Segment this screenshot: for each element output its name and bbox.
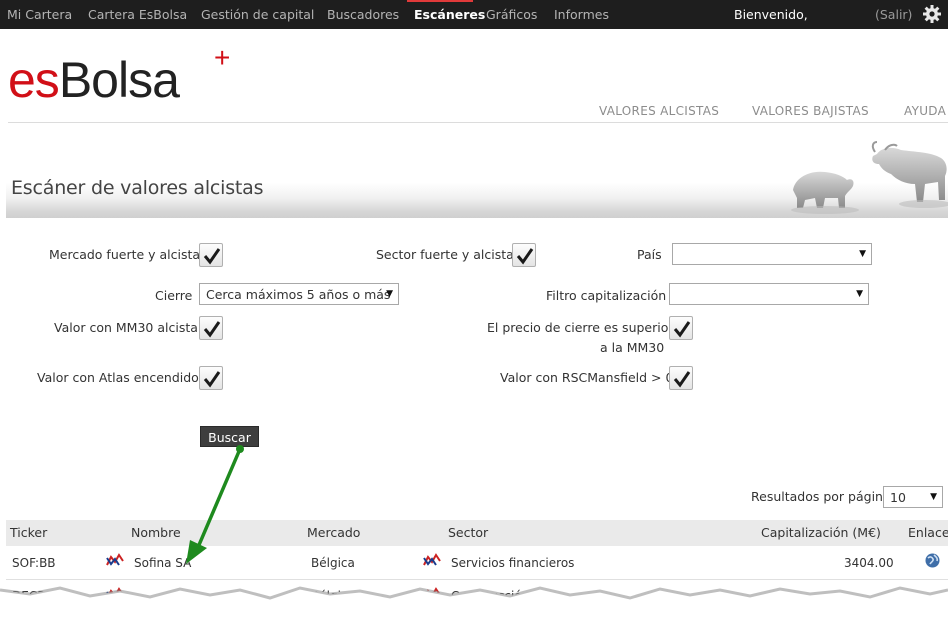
annotation-arrow-icon [186,445,244,564]
dropdown-arrow-icon: ▼ [930,492,937,502]
nav-item-buscadores[interactable]: Buscadores [327,7,399,22]
nav-item-mi-cartera[interactable]: Mi Cartera [7,7,72,22]
dropdown-arrow-icon: ▼ [386,289,393,299]
row-market: Bélgica [311,556,355,570]
logo-plus: + [214,42,230,73]
nav-item-informes[interactable]: Informes [554,7,609,22]
top-navigation-bar: Mi Cartera Cartera EsBolsa Gestión de ca… [0,0,948,29]
results-per-page-select[interactable]: 10 ▼ [883,486,943,508]
welcome-text: Bienvenido, [734,7,808,22]
pais-label: País [637,247,662,262]
rsc-mansfield-label: Valor con RSCMansfield > 0 [500,370,674,385]
logo-es: es [8,52,60,108]
mercado-fuerte-checkbox[interactable] [199,243,223,267]
checkmark-icon [673,321,691,338]
filtro-capitalizacion-label: Filtro capitalización [546,288,667,303]
sector-chart-icon[interactable] [423,552,441,568]
stock-chart-icon[interactable] [106,552,124,568]
precio-cierre-label-line1: El precio de cierre es superior [487,320,674,335]
nav-item-cartera-esbolsa[interactable]: Cartera EsBolsa [88,7,187,22]
checkmark-icon [203,321,221,338]
sector-fuerte-label: Sector fuerte y alcista [376,247,514,262]
results-per-page-label: Resultados por página [751,489,891,504]
row-ticker: SOF:BB [12,556,56,570]
cierre-select-value: Cerca máximos 5 años o más [206,287,391,302]
cierre-label: Cierre [155,288,193,303]
atlas-encendido-checkbox[interactable] [199,366,223,390]
rsc-mansfield-checkbox[interactable] [669,366,693,390]
row-capitalization: 3404.00 [844,556,894,570]
column-header-nombre[interactable]: Nombre [131,525,181,540]
active-tab-indicator [407,0,473,2]
row-sector[interactable]: Servicios financieros [451,556,574,570]
gear-icon[interactable] [922,4,942,24]
column-header-ticker[interactable]: Ticker [10,525,47,540]
pais-select[interactable]: ▼ [672,243,872,265]
header-divider [8,122,948,123]
sec-nav-valores-alcistas[interactable]: VALORES ALCISTAS [599,104,719,118]
esbolsa-logo[interactable]: esBolsa + [8,44,230,109]
checkmark-icon [203,248,221,265]
column-header-mercado[interactable]: Mercado [307,525,360,540]
dropdown-arrow-icon: ▼ [859,249,866,259]
mm30-alcista-label: Valor con MM30 alcista [54,320,198,335]
atlas-encendido-label: Valor con Atlas encendido [37,370,199,385]
column-header-sector[interactable]: Sector [448,525,488,540]
mercado-fuerte-label: Mercado fuerte y alcista [49,247,201,262]
page-title: Escáner de valores alcistas [11,177,264,199]
logout-link[interactable]: (Salir) [875,7,912,22]
filtro-capitalizacion-select[interactable]: ▼ [669,283,869,305]
nav-item-escaneres[interactable]: Escáneres [414,7,485,22]
column-header-capitalizacion[interactable]: Capitalización (M€) [761,525,881,540]
nav-item-graficos[interactable]: Gráficos [486,7,537,22]
cierre-select[interactable]: Cerca máximos 5 años o más ▼ [199,283,399,305]
column-header-enlace: Enlace [908,525,948,540]
globe-link-icon[interactable] [925,553,940,568]
checkmark-icon [516,248,534,265]
sec-nav-valores-bajistas[interactable]: VALORES BAJISTAS [752,104,869,118]
precio-cierre-label-line2: a la MM30 [600,340,665,355]
checkmark-icon [673,371,691,388]
sec-nav-ayuda[interactable]: AYUDA [904,104,946,118]
logo-bolsa: Bolsa [58,52,180,108]
sector-fuerte-checkbox[interactable] [512,243,536,267]
nav-item-gestion-capital[interactable]: Gestión de capital [201,7,314,22]
dropdown-arrow-icon: ▼ [856,289,863,299]
precio-cierre-checkbox[interactable] [669,316,693,340]
torn-edge-decoration [0,586,948,620]
checkmark-icon [203,371,221,388]
mm30-alcista-checkbox[interactable] [199,316,223,340]
bear-bull-statue-icon [791,141,948,214]
results-per-page-value: 10 [890,490,906,505]
